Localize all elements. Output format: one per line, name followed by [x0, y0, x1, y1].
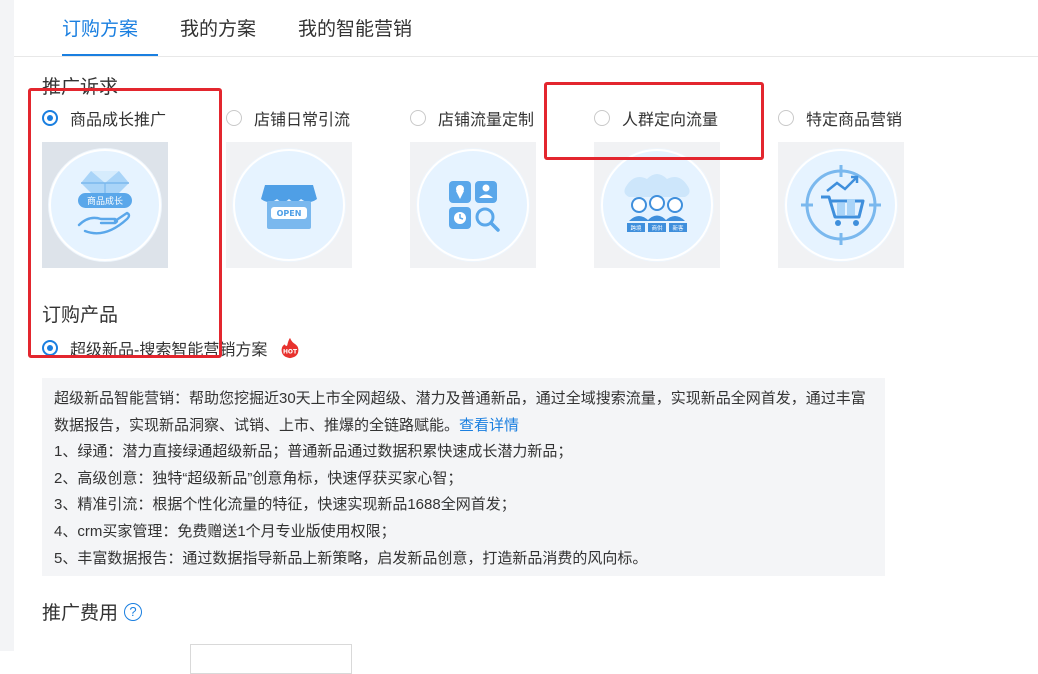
- fee-input[interactable]: [190, 644, 352, 674]
- description-item: 3、精准引流：根据个性化流量的特征，快速实现新品1688全网首发；: [54, 496, 516, 514]
- promotion-option-specific-product[interactable]: 特定商品营销: [778, 106, 902, 130]
- hot-badge-text: HOT: [283, 349, 298, 356]
- card-circle: 商品成长: [49, 149, 161, 261]
- description-item: 5、丰富数据报告：通过数据指导新品上新策略，启发新品创意，打造新品消费的风向标。: [54, 549, 648, 567]
- radio-checked[interactable]: [42, 110, 58, 126]
- card-circle: 跨境 商供 新客: [601, 149, 713, 261]
- left-gutter: [0, 0, 14, 651]
- tab-label: 我的智能营销: [298, 19, 413, 40]
- promotion-option-custom-traffic[interactable]: 店铺流量定制: [410, 106, 534, 130]
- product-section-title: 订购产品: [42, 305, 119, 326]
- option-label: 店铺流量定制: [438, 112, 535, 129]
- description-item: 4、crm买家管理：免费赠送1个月专业版使用权限；: [54, 522, 396, 540]
- option-label: 店铺日常引流: [254, 112, 351, 129]
- promotion-option-crowd-traffic[interactable]: 人群定向流量: [594, 106, 718, 130]
- open-store-icon: OPEN: [261, 185, 317, 229]
- promotion-option-growth[interactable]: 商品成长推广: [42, 106, 166, 130]
- card-growth[interactable]: 商品成长: [42, 142, 168, 268]
- promotion-option-store-traffic[interactable]: 店铺日常引流: [226, 106, 350, 130]
- description-item: 2、高级创意：独特“超级新品”创意角标，快速俘获买家心智；: [54, 469, 463, 487]
- tab-label: 订购方案: [62, 19, 139, 40]
- hot-flame-icon: HOT: [281, 337, 299, 359]
- crowd-people-icon: 跨境 商供 新客: [624, 174, 690, 232]
- description-intro: 超级新品智能营销：帮助您挖掘近30天上市全网超级、潜力及普通新品，通过全域搜索流…: [54, 390, 866, 434]
- tab-bar: 订购方案 我的方案 我的智能营销: [14, 0, 1038, 57]
- radio-checked[interactable]: [42, 340, 58, 356]
- promotion-section-title: 推广诉求: [42, 77, 119, 98]
- crowd-tag: 新客: [672, 224, 684, 232]
- option-label: 特定商品营销: [806, 112, 903, 129]
- diamond-growth-icon: 商品成长: [77, 171, 132, 235]
- card-store-traffic[interactable]: OPEN: [226, 142, 352, 268]
- badge-text: 商品成长: [87, 195, 123, 207]
- target-cart-icon: [801, 165, 881, 245]
- card-circle: OPEN: [233, 149, 345, 261]
- view-details-link[interactable]: 查看详情: [459, 417, 519, 434]
- card-circle: [417, 149, 529, 261]
- description-item: 1、绿通：潜力直接绿通超级新品；普通新品通过数据积累快速成长潜力新品；: [54, 443, 573, 461]
- option-label: 人群定向流量: [622, 112, 719, 129]
- location-user-clock-search-icon: [449, 181, 500, 232]
- help-icon[interactable]: ?: [124, 602, 143, 621]
- option-label: 商品成长推广: [70, 112, 167, 129]
- tab-order-plan[interactable]: 订购方案: [62, 14, 159, 56]
- product-option-super-new[interactable]: 超级新品-搜索智能营销方案 HOT: [42, 336, 301, 360]
- card-crowd-traffic[interactable]: 跨境 商供 新客: [594, 142, 720, 268]
- card-circle: [785, 149, 897, 261]
- radio[interactable]: [226, 110, 242, 126]
- radio[interactable]: [594, 110, 610, 126]
- tab-my-plans[interactable]: 我的方案: [180, 14, 256, 56]
- crowd-tag: 商供: [651, 224, 663, 232]
- tab-my-smart-marketing[interactable]: 我的智能营销: [298, 14, 412, 56]
- product-description: 超级新品智能营销：帮助您挖掘近30天上市全网超级、潜力及普通新品，通过全域搜索流…: [42, 378, 885, 576]
- crowd-tag: 跨境: [630, 224, 642, 232]
- radio[interactable]: [410, 110, 426, 126]
- fee-section-title: 推广费用 ?: [42, 598, 143, 625]
- card-specific-product[interactable]: [778, 142, 904, 268]
- radio[interactable]: [778, 110, 794, 126]
- open-sign-text: OPEN: [277, 209, 302, 218]
- fee-title: 推广费用: [42, 603, 119, 624]
- tab-label: 我的方案: [180, 19, 257, 40]
- product-label: 超级新品-搜索智能营销方案: [70, 342, 268, 359]
- card-custom-traffic[interactable]: [410, 142, 536, 268]
